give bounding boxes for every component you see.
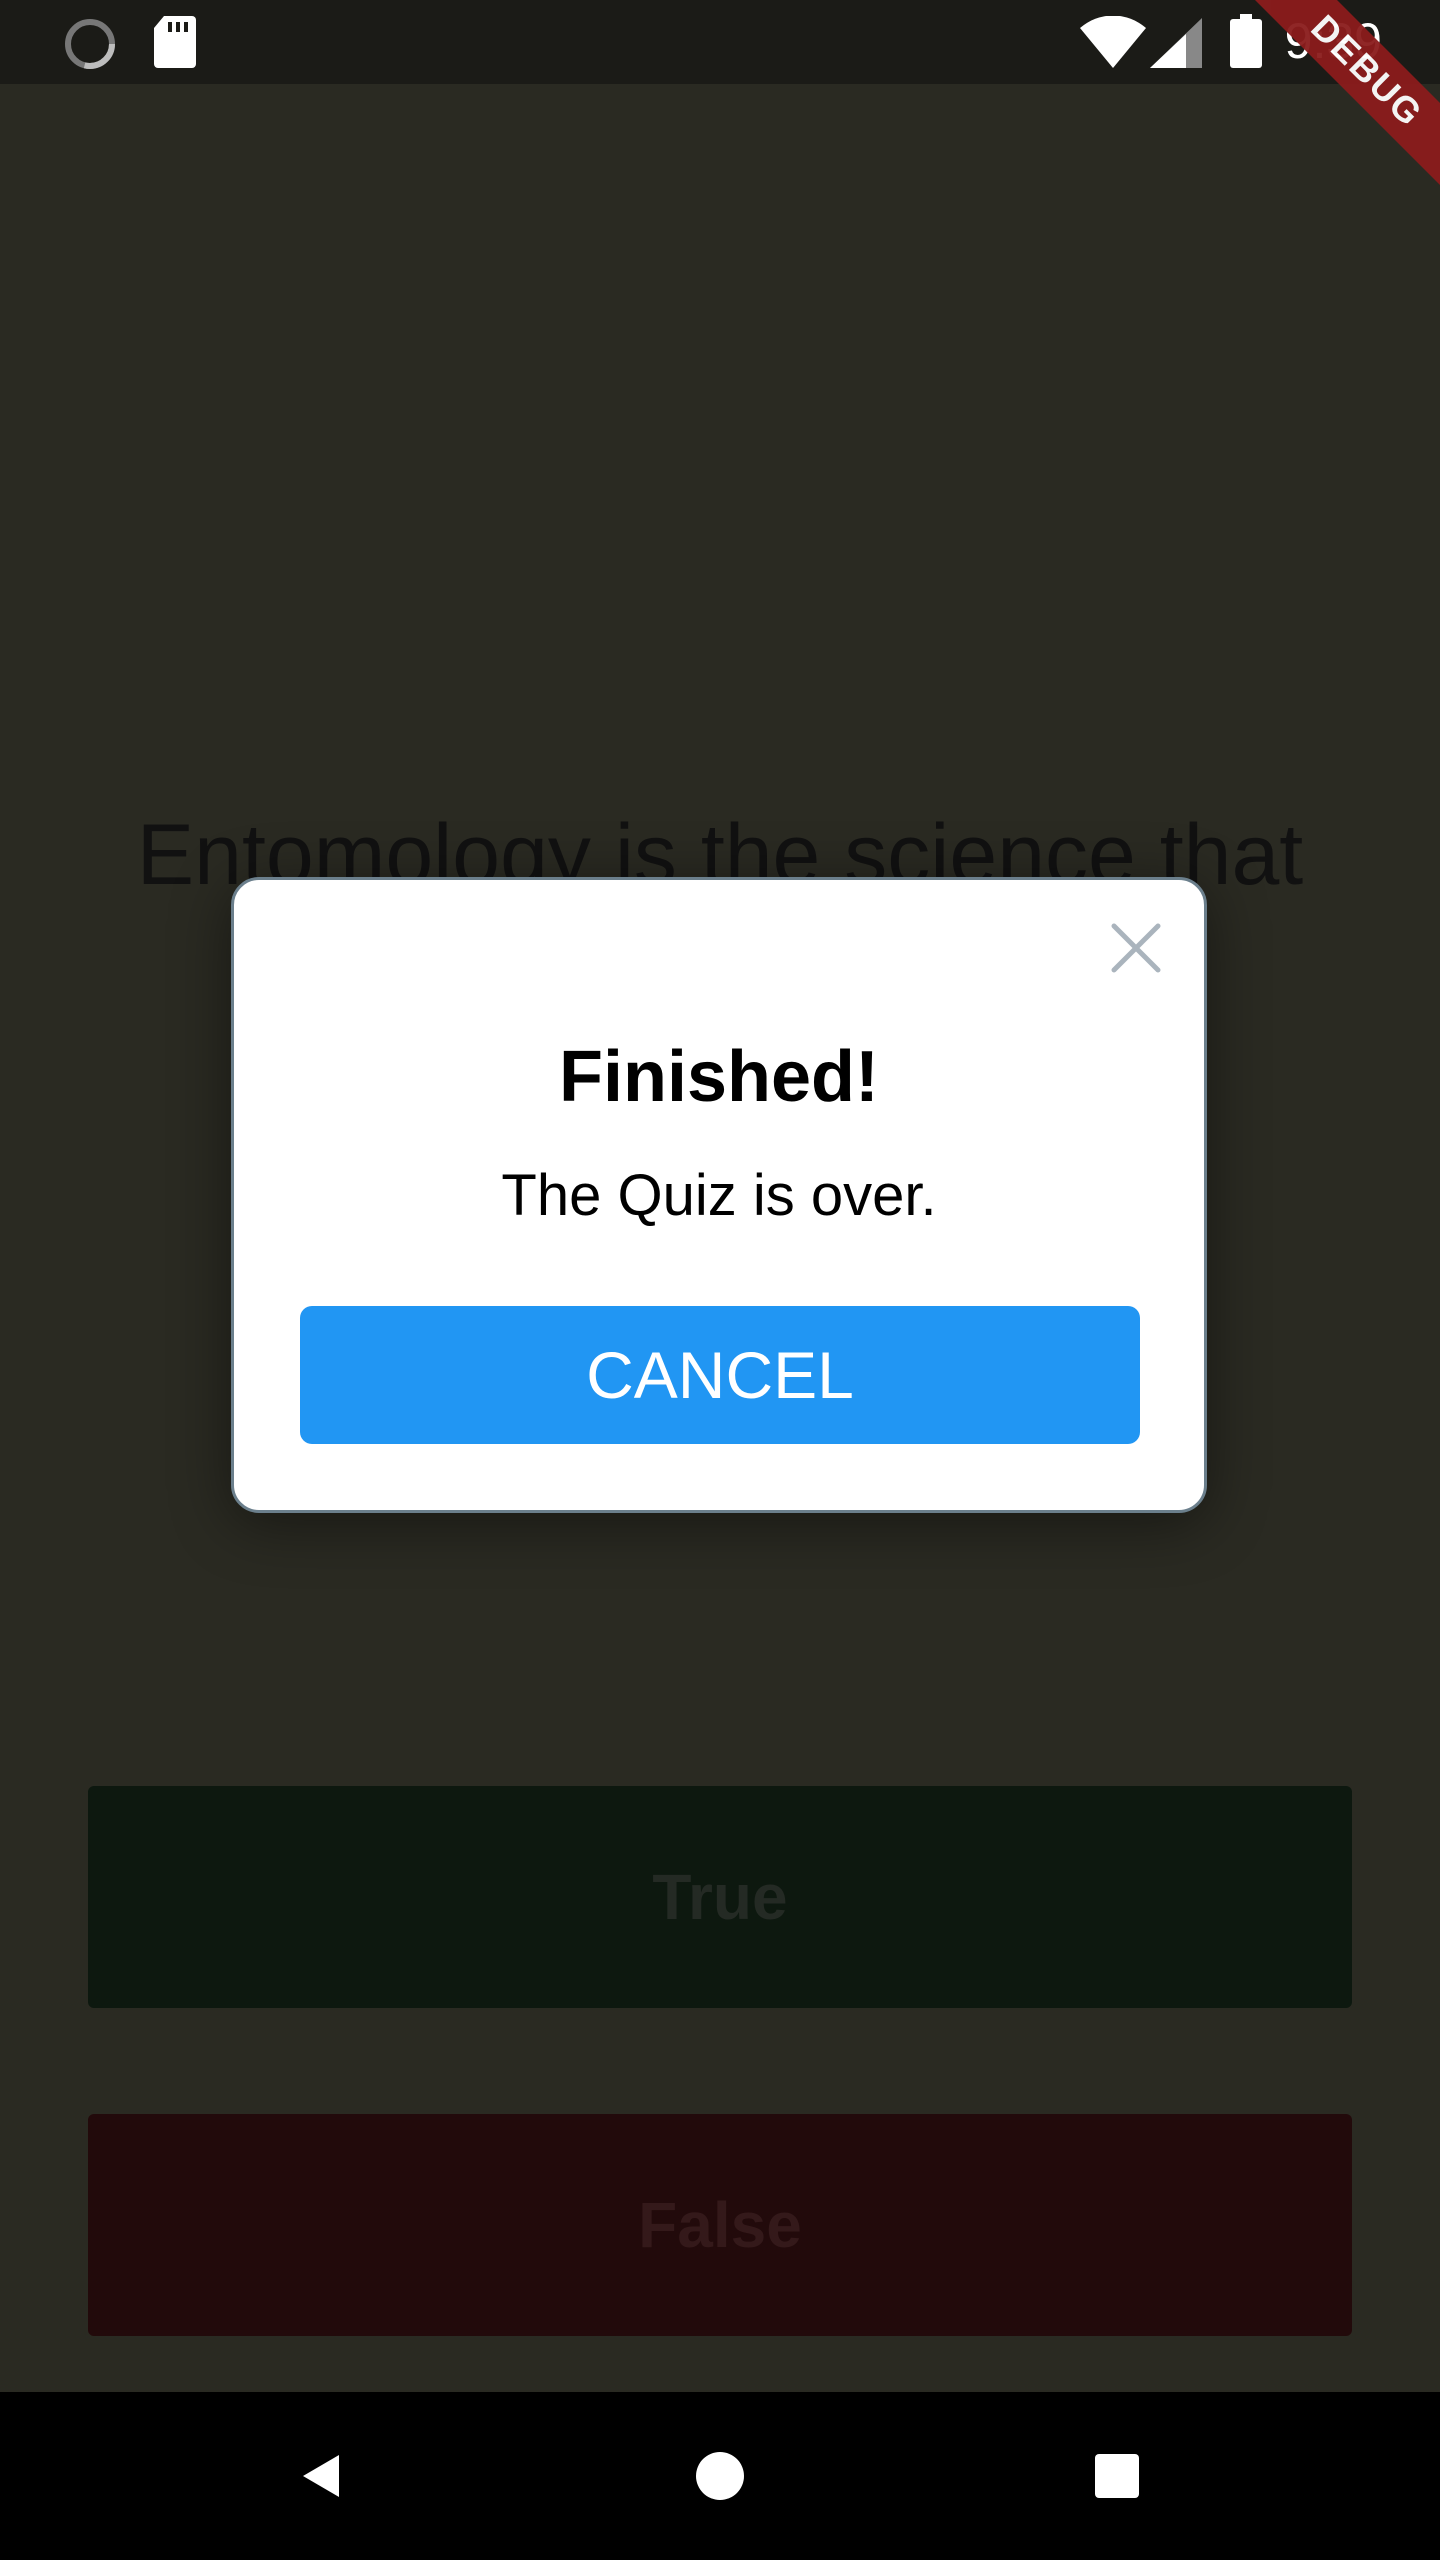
close-icon[interactable] — [1104, 916, 1168, 980]
sd-card-icon — [154, 16, 196, 73]
battery-icon — [1230, 14, 1262, 73]
screen: 9:39 Entomology is the science that True… — [0, 0, 1440, 2560]
signal-icon — [1150, 18, 1202, 73]
navigation-bar — [0, 2392, 1440, 2560]
finished-dialog: Finished! The Quiz is over. CANCEL — [231, 877, 1207, 1513]
back-icon[interactable] — [280, 2436, 360, 2516]
dialog-title: Finished! — [559, 1037, 879, 1117]
loading-spinner-icon — [64, 18, 116, 75]
recents-icon[interactable] — [1077, 2436, 1157, 2516]
wifi-icon — [1080, 15, 1146, 73]
dialog-message: The Quiz is over. — [501, 1163, 937, 1228]
home-icon[interactable] — [680, 2436, 760, 2516]
status-bar: 9:39 — [0, 0, 1440, 84]
cancel-button[interactable]: CANCEL — [300, 1306, 1140, 1444]
